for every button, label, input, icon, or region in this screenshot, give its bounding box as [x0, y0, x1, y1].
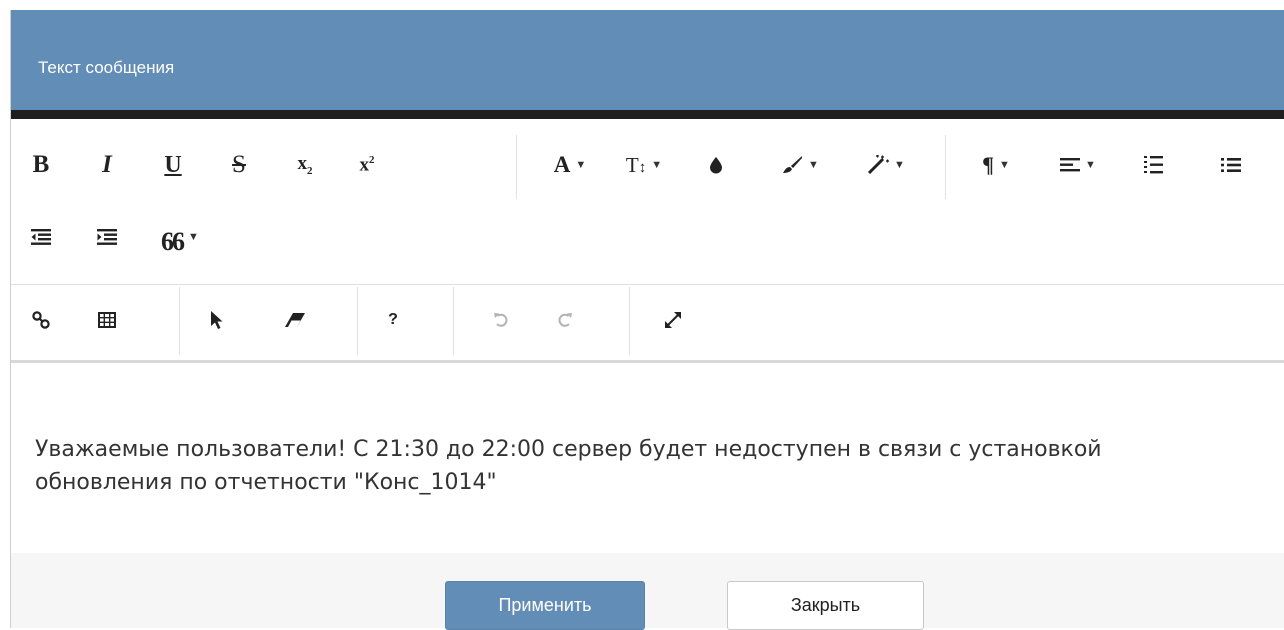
eraser-button[interactable] — [269, 300, 321, 340]
toolbar-separator — [357, 287, 358, 355]
redo-icon — [558, 313, 572, 327]
strikethrough-button[interactable]: S — [213, 145, 265, 185]
apply-button[interactable]: Применить — [445, 581, 645, 630]
outdent-button[interactable] — [15, 217, 67, 257]
redo-button[interactable] — [539, 300, 591, 340]
toolbar-separator — [629, 287, 630, 355]
quote-dropdown[interactable]: 66 ▼ — [147, 217, 213, 257]
brush-dropdown[interactable]: ▼ — [761, 145, 839, 185]
highlight-button[interactable] — [691, 145, 741, 185]
indent-icon — [97, 229, 117, 245]
header-dark-bar — [11, 110, 1284, 119]
dialog-footer: Применить Закрыть — [11, 553, 1284, 630]
italic-button[interactable]: I — [81, 145, 133, 185]
magic-wand-dropdown[interactable]: ▼ — [847, 145, 925, 185]
select-button[interactable] — [191, 300, 243, 340]
brush-icon — [783, 156, 803, 173]
underline-icon: U — [164, 151, 182, 178]
unordered-list-button[interactable] — [1205, 145, 1257, 185]
unordered-list-icon — [1221, 158, 1241, 172]
editor-content[interactable]: Уважаемые пользователи! С 21:30 до 22:00… — [11, 363, 1284, 553]
undo-icon — [494, 313, 508, 327]
ordered-list-button[interactable] — [1127, 145, 1179, 185]
chevron-down-icon: ▼ — [1085, 159, 1096, 171]
paragraph-dropdown[interactable]: ¶ ▼ — [963, 145, 1029, 185]
chevron-down-icon: ▼ — [651, 159, 663, 171]
message-text[interactable]: Уважаемые пользователи! С 21:30 до 22:00… — [35, 433, 1235, 499]
editor-toolbar: B I U S x2 x2 A ▼ T↕ ▼ ▼ ▼ ¶ ▼ ▼ 66 ▼ ? — [11, 119, 1284, 362]
cursor-icon — [211, 311, 223, 329]
table-icon — [98, 312, 116, 328]
table-button[interactable] — [81, 300, 133, 340]
strikethrough-icon: S — [232, 151, 246, 178]
undo-button[interactable] — [475, 300, 527, 340]
quote-icon: 66 — [161, 226, 185, 256]
font-size-icon: T↕ — [625, 152, 647, 177]
fullscreen-button[interactable] — [647, 300, 699, 340]
superscript-button[interactable]: x2 — [341, 145, 393, 185]
dialog-title: Текст сообщения — [38, 58, 175, 77]
chevron-down-icon: ▼ — [188, 231, 199, 243]
toolbar-separator — [179, 287, 180, 355]
outdent-icon — [31, 229, 51, 245]
italic-icon: I — [102, 151, 112, 178]
chevron-down-icon: ▼ — [808, 159, 819, 171]
toolbar-separator — [945, 135, 946, 199]
help-icon: ? — [388, 311, 398, 328]
chevron-down-icon: ▼ — [894, 159, 905, 171]
subscript-icon: x2 — [297, 153, 313, 177]
font-color-icon: A — [553, 152, 571, 177]
paragraph-icon: ¶ — [982, 152, 994, 177]
font-color-dropdown[interactable]: A ▼ — [535, 145, 605, 185]
drop-icon — [710, 157, 722, 174]
message-dialog: Текст сообщения B I U S x2 x2 A ▼ T↕ ▼ ▼… — [10, 10, 1284, 630]
fullscreen-icon — [665, 312, 681, 328]
link-icon — [32, 311, 50, 329]
dialog-header: Текст сообщения — [11, 10, 1284, 110]
superscript-icon: x2 — [359, 153, 375, 176]
align-icon — [1060, 158, 1081, 172]
font-size-dropdown[interactable]: T↕ ▼ — [607, 145, 681, 185]
magic-wand-icon — [867, 155, 890, 175]
eraser-icon — [285, 313, 305, 327]
bold-icon: B — [32, 151, 50, 178]
ordered-list-icon — [1144, 156, 1163, 174]
align-dropdown[interactable]: ▼ — [1041, 145, 1115, 185]
bold-button[interactable]: B — [15, 145, 67, 185]
toolbar-separator — [516, 135, 517, 199]
link-button[interactable] — [15, 300, 67, 340]
subscript-button[interactable]: x2 — [279, 145, 331, 185]
help-button[interactable]: ? — [367, 300, 419, 340]
chevron-down-icon: ▼ — [575, 159, 587, 171]
indent-button[interactable] — [81, 217, 133, 257]
toolbar-separator — [453, 287, 454, 355]
underline-button[interactable]: U — [147, 145, 199, 185]
close-button[interactable]: Закрыть — [727, 581, 924, 630]
toolbar-row-divider — [11, 284, 1284, 285]
chevron-down-icon: ▼ — [999, 159, 1010, 171]
